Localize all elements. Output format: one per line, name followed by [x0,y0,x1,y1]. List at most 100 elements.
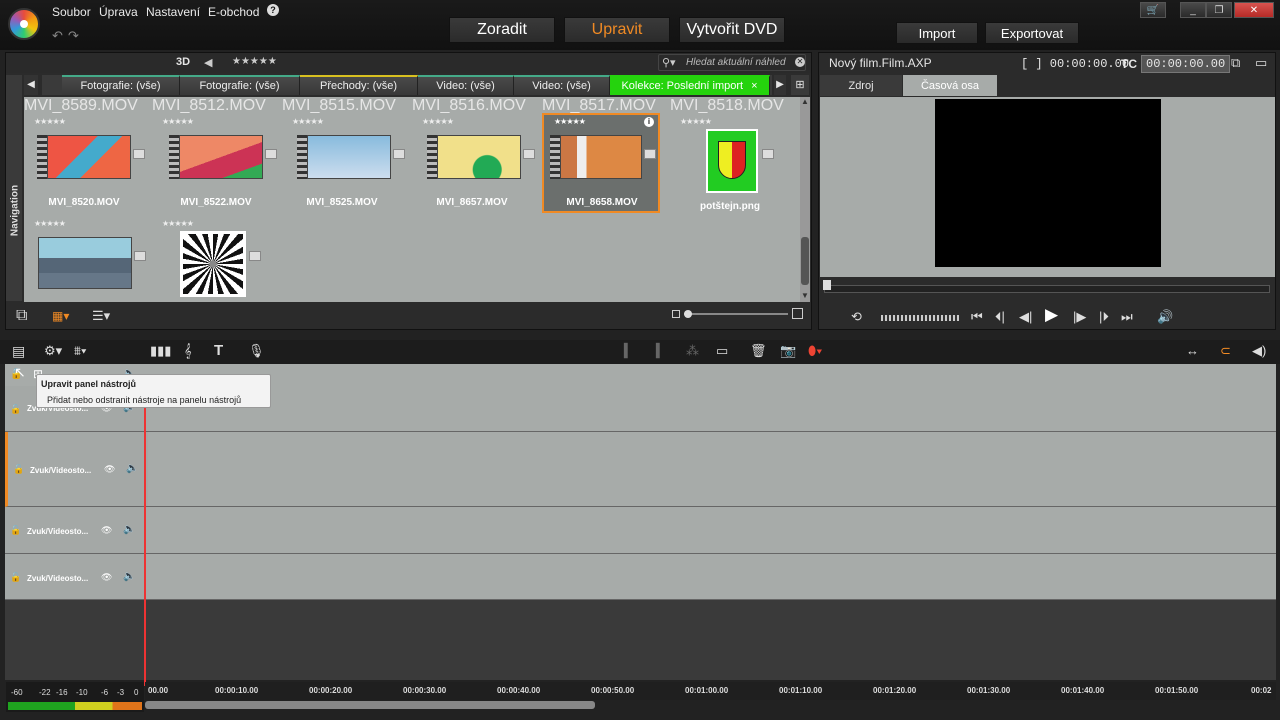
tab-source[interactable]: Zdroj [820,75,902,96]
tabs-scroll-left-icon[interactable]: ◀ [24,75,38,95]
track-options-icon[interactable]: ⩩▾ [74,343,86,359]
track-row[interactable]: 🔓 Zvuk/Videosto... 👁 🔈 [5,507,1276,554]
audio-scrub-icon[interactable]: ◀) [1252,343,1266,359]
fullscreen-icon[interactable]: ⧉ [1231,55,1240,71]
tag-icon[interactable]: ◀ [204,56,212,69]
thumb-large-icon[interactable] [792,308,803,319]
rating-stars[interactable]: ★★★★★ [162,219,194,228]
speaker-icon[interactable]: 🔈 [123,571,135,582]
camera-icon[interactable]: 📷 [780,343,796,359]
lock-icon[interactable]: 🔓 [10,572,21,583]
thumb-small-icon[interactable] [672,310,680,318]
add-tab-icon[interactable]: ⊞ [791,75,809,95]
lock-icon[interactable]: 🔓 [10,404,21,415]
export-button[interactable]: Exportovat [985,22,1079,44]
timeline-empty-area[interactable] [5,600,1276,680]
tabs-scroll-right-icon[interactable]: ▶ [774,75,786,95]
list-view-icon[interactable]: ☰▾ [92,308,110,324]
mode-zoradit[interactable]: Zoradit [449,17,555,43]
settings-gear-icon[interactable]: ⚙▾ [44,343,62,359]
razor-icon[interactable]: ▍ [624,343,634,359]
dual-view-icon[interactable]: ▭ [1255,55,1267,71]
scorefitter-icon[interactable]: 𝄞 [184,343,192,359]
step-back-icon[interactable]: ◀| [1019,309,1032,325]
clear-search-icon[interactable]: ✕ [795,57,805,67]
eye-icon[interactable]: 👁 [101,525,112,536]
title-icon[interactable]: T [214,342,223,359]
media-item[interactable]: ★★★★★ [152,215,280,302]
scrubber-handle[interactable] [823,280,831,290]
import-button[interactable]: Import [896,22,978,44]
go-to-end-icon[interactable]: ⏭ [1121,309,1133,325]
split-icon[interactable]: ⁂ [686,343,699,359]
clip-snapshot-icon[interactable]: ▭ [716,343,728,359]
app-logo[interactable] [8,8,40,40]
close-button[interactable]: ✕ [1234,2,1274,18]
tab-photos-1[interactable]: Fotografie: (vše) [62,75,180,95]
marker-dropdown-icon[interactable]: ⬮▾ [808,343,823,359]
3d-toggle[interactable]: 3D [176,56,190,68]
media-item[interactable]: ★★★★★ potštejn.png [670,113,798,213]
timeline-scrollbar[interactable] [145,701,595,709]
media-item[interactable]: ★★★★★ MVI_8657.MOV [412,113,540,213]
eye-icon[interactable]: 👁 [104,464,115,475]
minimize-button[interactable]: _ [1180,2,1206,18]
marker-icon[interactable]: ▍ [656,343,666,359]
rating-stars[interactable]: ★★★★★ [292,117,324,126]
rating-stars[interactable]: ★★★★★ [34,117,66,126]
go-to-start-icon[interactable]: ⏮ [971,309,983,325]
media-item[interactable]: ★★★★★ [24,215,152,302]
delete-icon[interactable]: 🗑 [750,343,767,359]
rating-stars[interactable]: ★★★★★ [162,117,194,126]
speaker-icon[interactable]: 🔈 [126,463,138,474]
redo-icon[interactable]: ↷ [68,28,79,44]
close-tab-icon[interactable]: × [751,80,757,92]
rating-filter-icon[interactable]: ★★★★★ [232,56,277,67]
step-forward-icon[interactable]: |▶ [1073,309,1086,325]
voiceover-mic-icon[interactable]: 🎙 [248,343,265,359]
previous-frame-icon[interactable]: ⏴| [995,309,1005,325]
track-row[interactable]: 🔓 Zvuk/Videosto... 👁 🔈 [5,554,1276,600]
tab-photos-2[interactable]: Fotografie: (vše) [180,75,300,95]
navigation-strip[interactable]: Navigation [6,75,22,301]
time-ruler[interactable]: 00.00 00:00:10.00 00:00:20.00 00:00:30.0… [145,682,1276,700]
scroll-thumb[interactable] [801,237,809,285]
undo-icon[interactable]: ↶ [52,28,63,44]
loop-icon[interactable]: ⟲ [851,309,862,325]
restore-button[interactable]: ❐ [1206,2,1232,18]
library-scrollbar[interactable]: ▲ ▼ [800,97,810,302]
track-row-selected[interactable]: 🔓 Zvuk/Videosto... 👁 🔈 [5,432,1276,507]
scroll-up-icon[interactable]: ▲ [801,97,809,106]
media-item-selected[interactable]: ★★★★★ i MVI_8658.MOV [542,113,660,213]
media-item[interactable]: ★★★★★ MVI_8520.MOV [24,113,152,213]
tab-timeline[interactable]: Časová osa [903,75,997,96]
menu-soubor[interactable]: Soubor [52,5,91,19]
menu-nastaveni[interactable]: Nastavení [146,5,200,19]
next-frame-icon[interactable]: |⏵ [1099,309,1109,325]
mode-upravit[interactable]: Upravit [564,17,670,43]
menu-uprava[interactable]: Úprava [99,5,138,19]
tc-value[interactable]: 00:00:00.00 [1141,55,1231,73]
zoom-fit-icon[interactable]: ↔ [1186,343,1199,358]
cart-icon[interactable]: 🛒 [1140,2,1166,18]
grid-view-icon[interactable]: ▦▾ [52,309,69,323]
tab-video-1[interactable]: Video: (vše) [418,75,514,95]
rating-stars[interactable]: ★★★★★ [422,117,454,126]
tab-collection-recent[interactable]: Kolekce: Poslední import × [610,75,770,95]
tab-video-2[interactable]: Video: (vše) [514,75,610,95]
library-toggle-icon[interactable]: ⧉ [16,307,27,325]
lock-icon[interactable]: 🔓 [13,464,24,475]
tab-transitions[interactable]: Přechody: (vše) [300,75,418,95]
speaker-icon[interactable]: 🔈 [123,524,135,535]
lock-icon[interactable]: 🔓 [10,525,21,536]
volume-icon[interactable]: 🔊 [1157,309,1173,325]
search-box[interactable]: ⚲▾ Hledat aktuální náhled ✕ [658,54,806,71]
mode-vytvorit-dvd[interactable]: Vytvořit DVD [679,17,785,43]
menu-e-obchod[interactable]: E-obchod [208,5,259,19]
audio-mixer-icon[interactable]: ▮▮▮ [150,343,171,359]
help-icon[interactable]: ? [267,4,279,16]
rating-stars[interactable]: ★★★★★ [554,117,586,126]
media-item[interactable]: ★★★★★ MVI_8525.MOV [282,113,410,213]
eye-icon[interactable]: 👁 [101,572,112,583]
rating-stars[interactable]: ★★★★★ [680,117,712,126]
